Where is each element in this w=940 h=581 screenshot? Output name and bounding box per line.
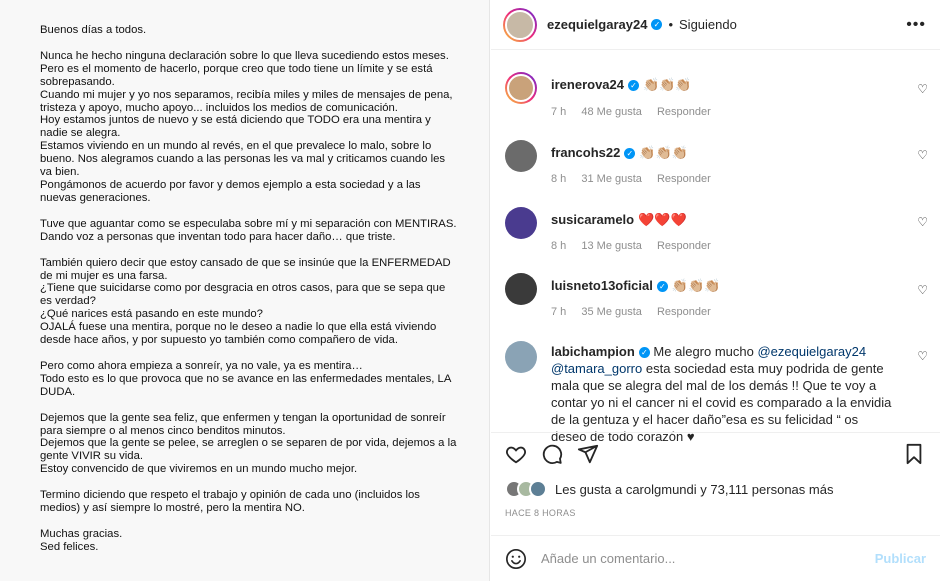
commenter-username[interactable]: irenerova24: [551, 77, 624, 92]
comment-likes[interactable]: 13 Me gusta: [581, 240, 642, 252]
comment-body: irenerova24 ✓ 👏🏼👏🏼👏🏼: [551, 76, 901, 93]
letter-paragraph: Muchas gracias. Sed felices.: [40, 528, 123, 553]
comment-text: 👏🏼👏🏼👏🏼: [643, 77, 692, 92]
comment-time: 8 h: [551, 173, 567, 185]
author-avatar[interactable]: [503, 7, 537, 42]
comment-text: ❤️❤️❤️: [638, 212, 687, 227]
reply-button[interactable]: Responder: [657, 106, 711, 118]
post-image: Buenos días a todos. Nunca he hecho ning…: [0, 0, 490, 581]
reply-button[interactable]: Responder: [657, 173, 711, 185]
commenter-avatar[interactable]: [505, 273, 537, 305]
action-bar: [491, 432, 940, 476]
commenter-avatar[interactable]: [505, 341, 537, 373]
like-comment-heart-icon[interactable]: ♡: [917, 82, 928, 96]
like-comment-heart-icon[interactable]: ♡: [917, 349, 928, 363]
verified-badge-icon: ✓: [628, 80, 639, 92]
post-header: ezequielgaray24 ✓ • Siguiendo •••: [491, 0, 940, 50]
mention-link[interactable]: @ezequielgaray24: [757, 344, 866, 359]
comment-bubble-icon[interactable]: [541, 443, 563, 470]
comment-body: susicaramelo ❤️❤️❤️: [551, 211, 901, 228]
reply-button[interactable]: Responder: [657, 240, 711, 252]
post-timestamp: HACE 8 HORAS: [505, 508, 576, 518]
comment-time: 7 h: [551, 106, 567, 118]
comment-time: 7 h: [551, 306, 567, 318]
mention-link[interactable]: @tamara_gorro: [551, 361, 642, 376]
likes-summary[interactable]: Les gusta a carolgmundi y 73,111 persona…: [505, 480, 833, 498]
like-comment-heart-icon[interactable]: ♡: [917, 215, 928, 229]
commenter-avatar[interactable]: [505, 207, 537, 239]
comment-likes[interactable]: 48 Me gusta: [581, 106, 642, 118]
reply-button[interactable]: Responder: [657, 306, 711, 318]
like-comment-heart-icon[interactable]: ♡: [917, 283, 928, 297]
verified-badge-icon: ✓: [651, 19, 663, 30]
letter-paragraph: Nunca he hecho ninguna declaración sobre…: [40, 49, 453, 204]
comment-body: labichampion ✓ Me alegro mucho @ezequielg…: [551, 343, 896, 445]
letter-paragraph: Tuve que aguantar como se especulaba sob…: [40, 217, 457, 243]
save-bookmark-icon[interactable]: [904, 443, 924, 470]
following-button[interactable]: Siguiendo: [679, 17, 737, 32]
letter-paragraph: Buenos días a todos.: [40, 24, 147, 36]
comment-item: luisneto13oficial ✓ 👏🏼👏🏼👏🏼 7 h 35 Me gusta…: [505, 273, 930, 325]
like-comment-heart-icon[interactable]: ♡: [917, 148, 928, 162]
comment-meta: 8 h 13 Me gusta Responder: [551, 240, 723, 252]
emoji-smile-icon[interactable]: [505, 548, 527, 570]
comment-likes[interactable]: 35 Me gusta: [581, 306, 642, 318]
comment-composer: Publicar: [491, 535, 940, 581]
liker-avatar: [529, 480, 547, 498]
verified-badge-icon: ✓: [624, 148, 636, 160]
share-send-icon[interactable]: [577, 443, 599, 470]
comment-item: labichampion ✓ Me alegro mucho @ezequielg…: [505, 341, 930, 444]
letter-paragraph: Pero como ahora empieza a sonreír, ya no…: [40, 359, 452, 398]
commenter-username[interactable]: susicaramelo: [551, 212, 634, 227]
commenter-username[interactable]: labichampion: [551, 344, 635, 359]
comment-text-start: Me alegro mucho: [653, 344, 758, 359]
comment-body: francohs22 ✓ 👏🏼👏🏼👏🏼: [551, 144, 901, 161]
commenter-avatar[interactable]: [505, 72, 537, 104]
comment-item: irenerova24 ✓ 👏🏼👏🏼👏🏼 7 h 48 Me gusta Respo…: [505, 72, 930, 124]
comment-item: susicaramelo ❤️❤️❤️ 8 h 13 Me gusta Respo…: [505, 207, 930, 259]
like-heart-icon[interactable]: [505, 443, 527, 470]
letter-text: Buenos días a todos. Nunca he hecho ning…: [40, 24, 461, 554]
comment-text: 👏🏼👏🏼👏🏼: [671, 278, 721, 293]
verified-badge-icon: ✓: [656, 281, 668, 293]
publish-button[interactable]: Publicar: [875, 551, 926, 566]
more-options-icon[interactable]: •••: [906, 16, 926, 34]
commenter-username[interactable]: francohs22: [551, 145, 620, 160]
letter-paragraph: Dejemos que la gente sea feliz, que enfe…: [40, 411, 457, 476]
comment-item: francohs22 ✓ 👏🏼👏🏼👏🏼 8 h 31 Me gusta Respon…: [505, 140, 930, 192]
comment-meta: 8 h 31 Me gusta Responder: [551, 173, 723, 185]
letter-paragraph: Termino diciendo que respeto el trabajo …: [40, 489, 420, 515]
comment-time: 8 h: [551, 240, 567, 252]
commenter-avatar[interactable]: [505, 140, 537, 172]
author-username[interactable]: ezequielgaray24: [547, 17, 647, 32]
likes-text: Les gusta a carolgmundi y 73,111 persona…: [555, 481, 834, 497]
separator: •: [668, 17, 674, 32]
comment-body: luisneto13oficial ✓ 👏🏼👏🏼👏🏼: [551, 277, 901, 294]
post-sidebar: ezequielgaray24 ✓ • Siguiendo ••• irener…: [491, 0, 940, 581]
verified-badge-icon: ✓: [638, 347, 650, 359]
commenter-username[interactable]: luisneto13oficial: [551, 278, 653, 293]
comment-text: 👏🏼👏🏼👏🏼: [639, 145, 688, 160]
letter-paragraph: También quiero decir que estoy cansado d…: [40, 256, 451, 347]
comment-meta: 7 h 48 Me gusta Responder: [551, 106, 723, 118]
comment-meta: 7 h 35 Me gusta Responder: [551, 306, 723, 318]
comment-input[interactable]: [541, 551, 861, 566]
comment-likes[interactable]: 31 Me gusta: [581, 173, 642, 185]
